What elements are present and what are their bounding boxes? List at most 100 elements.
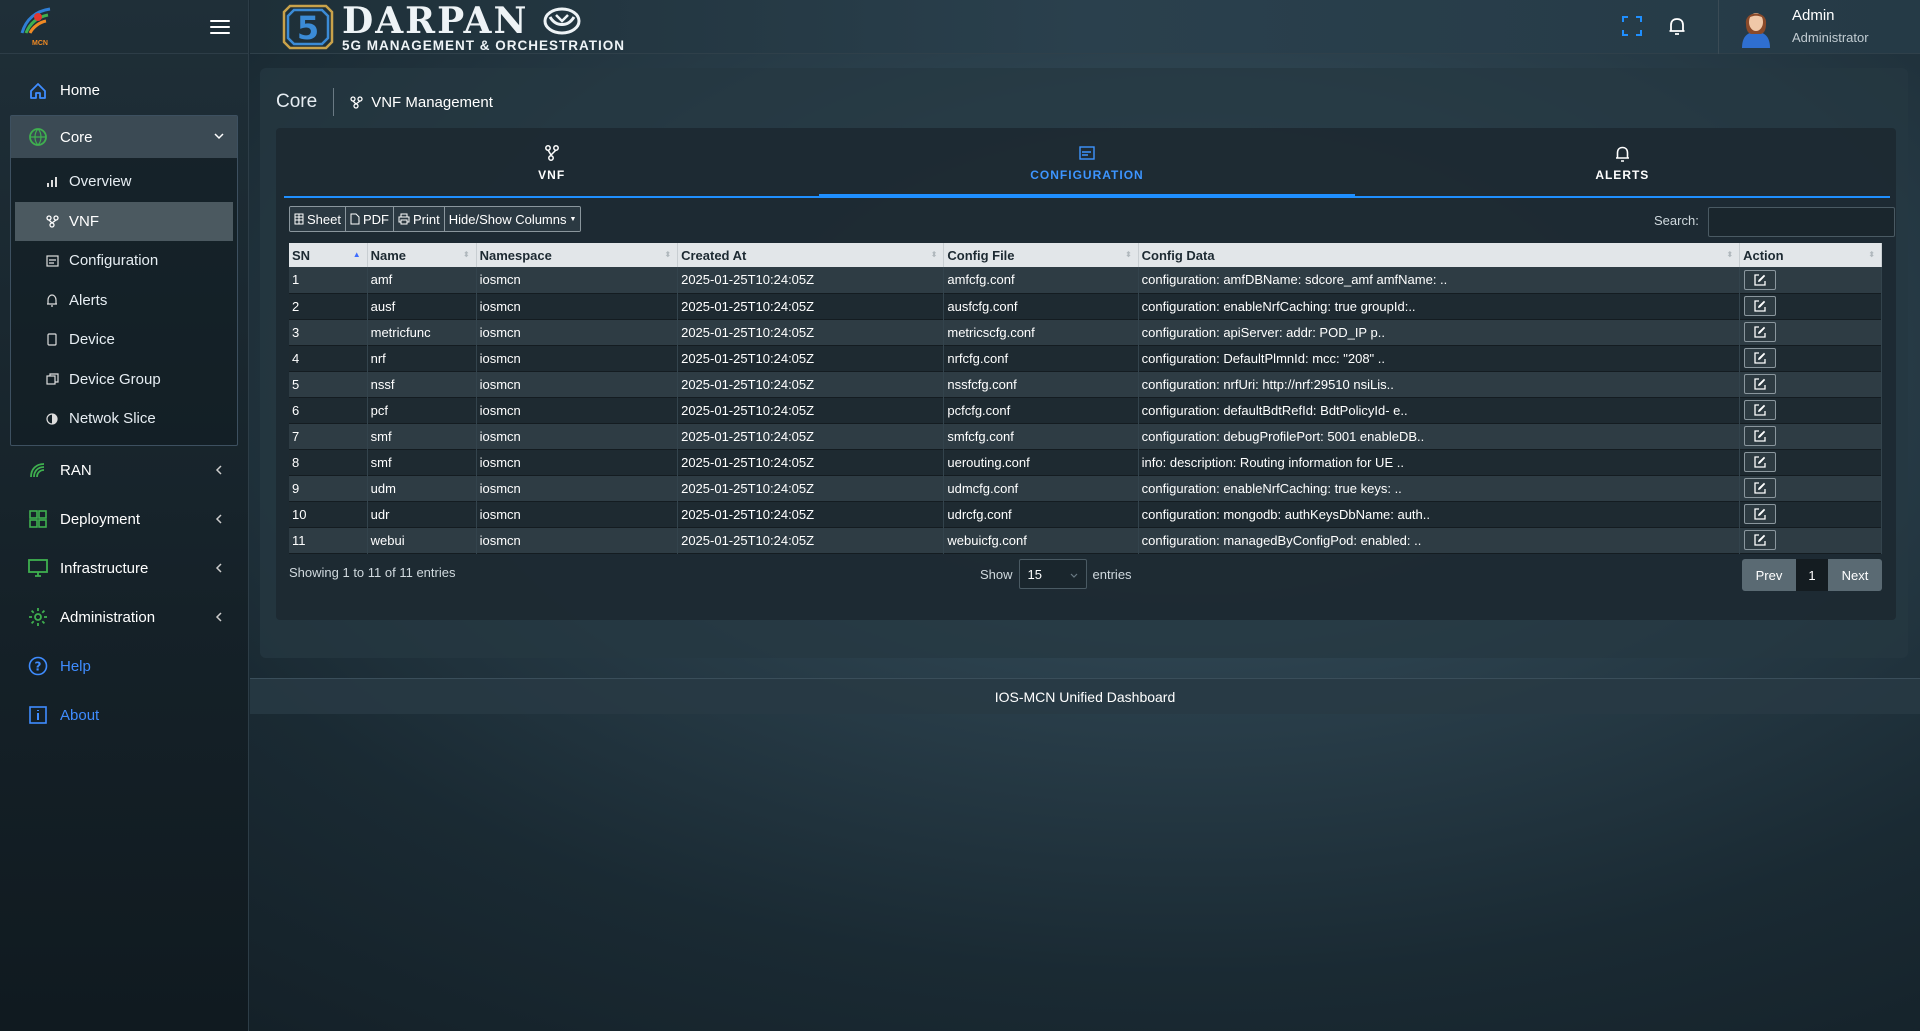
sidebar-item-home[interactable]: Home	[0, 66, 248, 115]
cell-name: udm	[367, 475, 477, 501]
cell-created-at: 2025-01-25T10:24:05Z	[677, 267, 945, 293]
edit-button[interactable]	[1744, 322, 1777, 342]
tab-configuration[interactable]: CONFIGURATION	[819, 128, 1355, 198]
sidebar-subitem-overview[interactable]: Overview	[15, 162, 233, 202]
cell-action	[1739, 345, 1882, 371]
sidebar-item-label: Administration	[60, 608, 156, 626]
cell-name: nrf	[367, 345, 477, 371]
page-length-control: Show 15 entries	[980, 559, 1132, 589]
cell-created-at: 2025-01-25T10:24:05Z	[677, 501, 945, 527]
footer-text: IOS-MCN Unified Dashboard	[994, 688, 1176, 705]
cell-config-file: smfcfg.conf	[943, 423, 1139, 449]
column-header-namespace[interactable]: Namespace ⬍	[476, 243, 679, 267]
column-header-created-at[interactable]: Created At ⬍	[677, 243, 945, 267]
cell-config-data: configuration: DefaultPlmnId: mcc: "208"…	[1138, 345, 1741, 371]
breadcrumb-page: VNF Management	[350, 94, 493, 111]
slice-icon	[45, 412, 59, 426]
edit-button[interactable]	[1744, 504, 1777, 524]
chevron-left-icon	[212, 561, 226, 575]
table-row: 4 nrf iosmcn 2025-01-25T10:24:05Z nrfcfg…	[289, 345, 1882, 371]
pdf-button[interactable]: PDF	[345, 207, 394, 231]
cell-sn: 2	[289, 293, 368, 319]
sidebar-subitem-device-group[interactable]: Device Group	[15, 360, 233, 400]
darpan-eye-icon	[543, 7, 581, 35]
edit-icon	[1754, 508, 1766, 520]
edit-icon	[1754, 534, 1766, 546]
print-button[interactable]: Print	[393, 207, 445, 231]
vnf-icon	[350, 95, 363, 109]
sort-icon: ⬍	[1124, 250, 1132, 259]
cell-config-data: configuration: enableNrfCaching: true gr…	[1138, 293, 1741, 319]
cell-created-at: 2025-01-25T10:24:05Z	[677, 319, 945, 345]
sidebar-item-about[interactable]: About	[0, 691, 248, 740]
sidebar-subitem-vnf[interactable]: VNF	[15, 201, 233, 241]
chevron-left-icon	[212, 610, 226, 624]
next-page-button[interactable]: Next	[1828, 559, 1882, 591]
five-g-logo-icon: 5	[282, 4, 334, 50]
sidebar-item-core[interactable]: Core	[11, 116, 237, 158]
cell-sn: 9	[289, 475, 368, 501]
sheet-button[interactable]: Sheet	[290, 207, 346, 231]
menu-toggle-icon[interactable]	[210, 19, 230, 34]
sidebar-item-help[interactable]: ? Help	[0, 642, 248, 691]
edit-button[interactable]	[1744, 269, 1777, 290]
column-header-name[interactable]: Name ⬍	[367, 243, 477, 267]
cell-config-data: configuration: mongodb: authKeysDbName: …	[1138, 501, 1741, 527]
fullscreen-icon[interactable]	[1620, 14, 1644, 38]
cell-sn: 7	[289, 423, 368, 449]
sidebar-header: MCN	[0, 0, 248, 54]
column-header-config-data[interactable]: Config Data ⬍	[1138, 243, 1741, 267]
sidebar-subitem-network-slice[interactable]: Netwok Slice	[15, 399, 233, 439]
chevron-left-icon	[212, 463, 226, 477]
table-info: Showing 1 to 11 of 11 entries	[289, 565, 456, 580]
search-input[interactable]	[1708, 207, 1895, 237]
entries-label: entries	[1092, 566, 1132, 582]
cell-config-file: udrcfg.conf	[943, 501, 1139, 527]
sidebar-subitem-configuration[interactable]: Configuration	[15, 241, 233, 281]
edit-button[interactable]	[1744, 400, 1777, 420]
page-title: VNF Management	[371, 93, 493, 111]
sidebar-subitem-label: Alerts	[69, 291, 108, 309]
edit-button[interactable]	[1744, 452, 1777, 472]
cell-config-file: uerouting.conf	[943, 449, 1139, 475]
brand-logo[interactable]: 5 DARPAN 5G MANAGEMENT & ORCHESTRATION	[280, 2, 625, 53]
edit-icon	[1754, 326, 1766, 338]
page-number-button[interactable]: 1	[1796, 559, 1828, 591]
prev-page-button[interactable]: Prev	[1742, 559, 1796, 591]
tab-vnf[interactable]: VNF	[284, 128, 819, 196]
cell-created-at: 2025-01-25T10:24:05Z	[677, 397, 945, 423]
sidebar-item-ran[interactable]: RAN	[0, 446, 248, 495]
cell-created-at: 2025-01-25T10:24:05Z	[677, 345, 945, 371]
edit-button[interactable]	[1744, 478, 1777, 498]
sidebar-subitem-alerts[interactable]: Alerts	[15, 281, 233, 321]
page-length-select[interactable]: 15	[1018, 559, 1087, 589]
search-label: Search:	[1654, 213, 1699, 228]
table-row: 8 smf iosmcn 2025-01-25T10:24:05Z uerout…	[289, 449, 1882, 475]
sidebar-subitem-label: Configuration	[69, 252, 159, 270]
tab-alerts[interactable]: ALERTS	[1355, 128, 1890, 196]
sidebar-item-administration[interactable]: Administration	[0, 593, 248, 642]
column-header-sn[interactable]: SN ▲	[289, 243, 368, 267]
edit-button[interactable]	[1744, 530, 1777, 550]
cell-action	[1739, 423, 1882, 449]
cell-config-data: configuration: managedByConfigPod: enabl…	[1138, 527, 1741, 553]
edit-button[interactable]	[1744, 426, 1777, 446]
edit-button[interactable]	[1744, 296, 1777, 316]
sidebar-item-infrastructure[interactable]: Infrastructure	[0, 544, 248, 593]
column-header-config-file[interactable]: Config File ⬍	[943, 243, 1139, 267]
pagination: Prev 1 Next	[1742, 559, 1882, 591]
edit-button[interactable]	[1744, 348, 1777, 368]
sidebar-item-label: Deployment	[60, 510, 141, 528]
edit-button[interactable]	[1744, 374, 1777, 394]
column-header-action[interactable]: Action ⬍	[1739, 243, 1882, 267]
sidebar-subitem-device[interactable]: Device	[15, 320, 233, 360]
user-menu[interactable]: Admin Administrator	[1738, 4, 1869, 48]
cell-config-data: configuration: apiServer: addr: POD_IP p…	[1138, 319, 1741, 345]
notification-bell-icon[interactable]	[1665, 14, 1689, 38]
cell-sn: 8	[289, 449, 368, 475]
column-visibility-button[interactable]: Hide/Show Columns ▼	[444, 207, 581, 231]
sidebar-item-deployment[interactable]: Deployment	[0, 495, 248, 544]
breadcrumb-section[interactable]: Core	[276, 91, 317, 113]
mcn-logo[interactable]: MCN	[18, 5, 58, 49]
sort-asc-icon: ▲	[352, 250, 361, 259]
